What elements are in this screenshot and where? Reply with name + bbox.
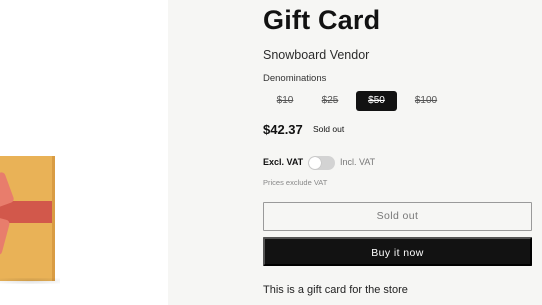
product-vendor: Snowboard Vendor <box>263 48 370 62</box>
denomination-option-50-selected[interactable]: $50 <box>356 91 397 111</box>
denomination-option-10[interactable]: $10 <box>265 91 305 111</box>
vat-toggle[interactable] <box>308 156 335 170</box>
denominations-label: Denominations <box>263 73 327 84</box>
vat-note: Prices exclude VAT <box>263 178 328 187</box>
product-image[interactable] <box>0 0 168 305</box>
product-description: This is a gift card for the store <box>263 284 408 296</box>
sold-out-badge: Sold out <box>313 124 345 134</box>
denomination-option-25[interactable]: $25 <box>310 91 350 111</box>
sold-out-button[interactable]: Sold out <box>263 202 532 231</box>
denomination-option-100[interactable]: $100 <box>405 91 447 111</box>
product-title: Gift Card <box>263 5 381 35</box>
card-shadow <box>0 278 60 284</box>
bow-shape-bottom <box>0 216 11 256</box>
gift-card-illustration <box>0 156 55 281</box>
product-price: $42.37 <box>263 122 303 137</box>
vat-excl-label: Excl. VAT <box>263 157 304 167</box>
buy-now-button[interactable]: Buy it now <box>263 237 532 266</box>
ribbon-shape <box>0 201 55 223</box>
vat-incl-label: Incl. VAT <box>340 157 376 167</box>
card-edge <box>52 156 55 281</box>
vat-toggle-knob <box>309 157 321 169</box>
